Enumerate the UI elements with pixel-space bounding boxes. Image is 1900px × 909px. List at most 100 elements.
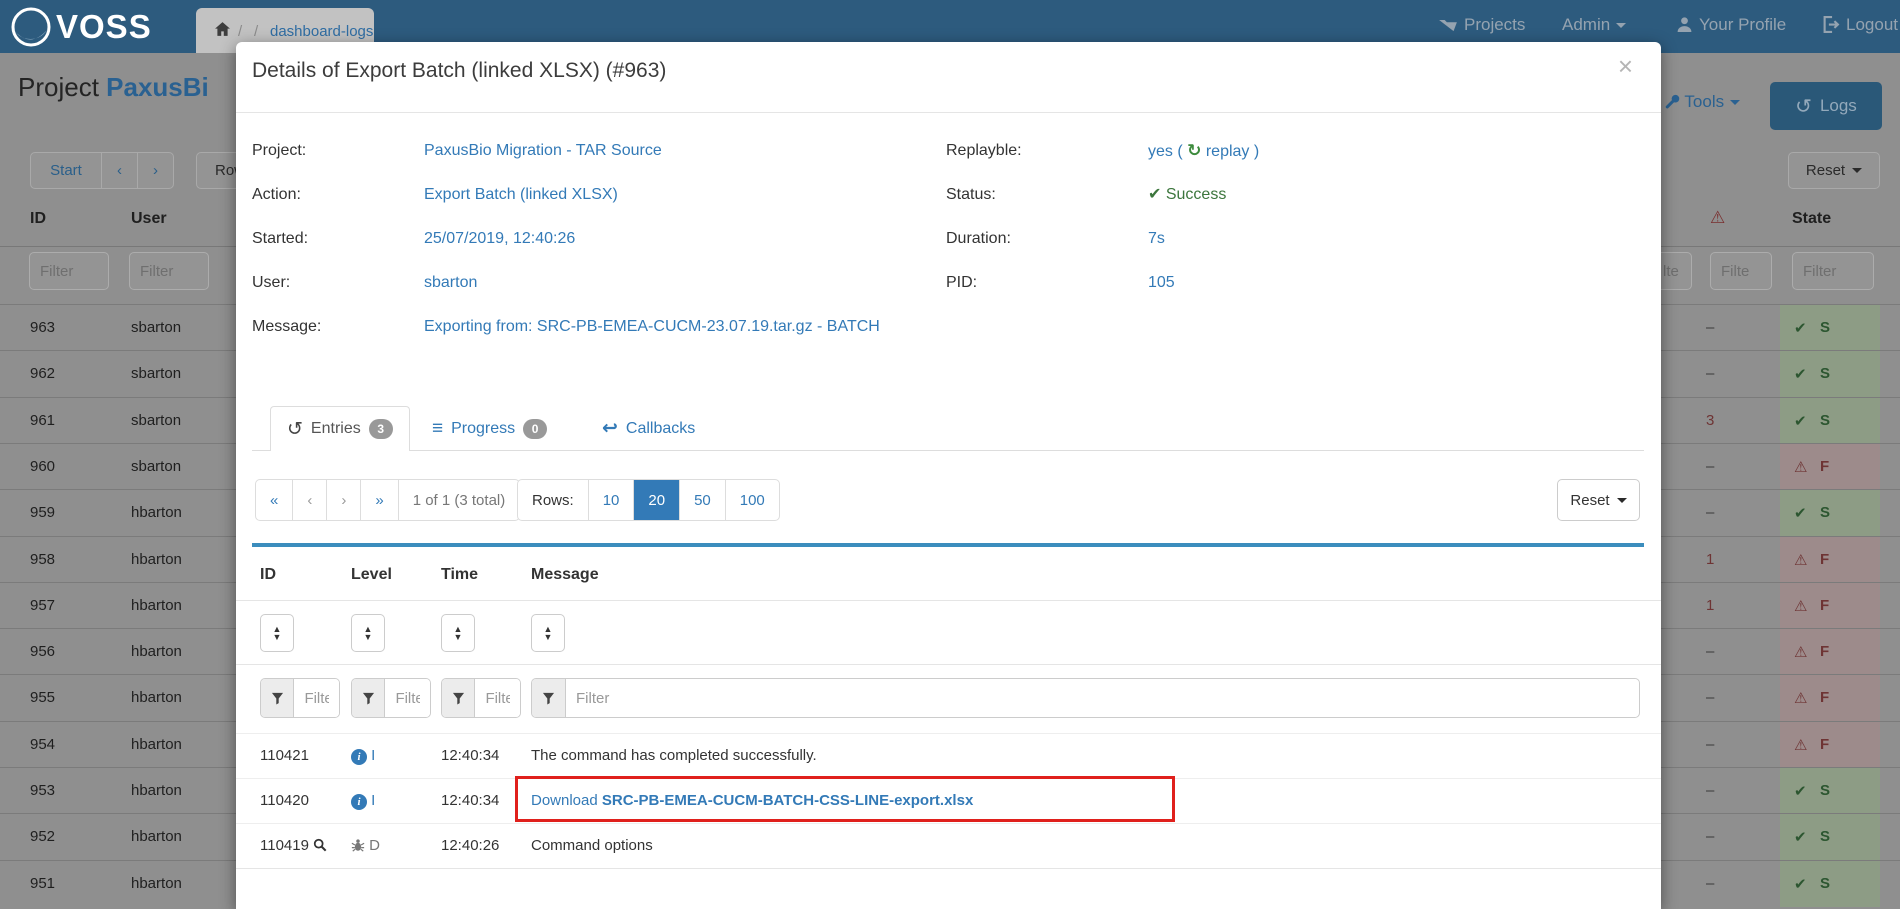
row-user-cell: hbarton [131, 551, 182, 568]
entry-id: 110421 [260, 747, 309, 764]
divider [236, 664, 1661, 665]
entry-time: 12:40:34 [441, 747, 499, 764]
state-letter: S [1820, 319, 1830, 336]
row-user-cell: hbarton [131, 689, 182, 706]
close-icon[interactable]: × [1612, 50, 1639, 83]
home-icon[interactable] [214, 21, 231, 43]
warning-icon: ⚠ [1794, 736, 1807, 754]
entries-reset-button[interactable]: Reset [1557, 479, 1640, 521]
voss-logo-icon [8, 4, 54, 55]
rows-20-button[interactable]: 20 [634, 480, 680, 520]
filter-id-input[interactable] [294, 679, 339, 717]
project-label: Project: [252, 141, 306, 161]
rows-10-button[interactable]: 10 [589, 480, 635, 520]
brand-text[interactable]: VOSS [56, 8, 152, 46]
history-icon: ↺ [287, 418, 303, 441]
pid-label: PID: [946, 273, 977, 293]
nav-projects[interactable]: Projects [1438, 15, 1525, 35]
entries-pagination: « ‹ › » 1 of 1 (3 total) [255, 479, 520, 521]
row-count-cell: – [1706, 365, 1714, 382]
bg-filter-warn[interactable]: Filte [1710, 252, 1772, 290]
replayable-value[interactable]: yes ( ↻ replay ) [1148, 141, 1259, 161]
bg-filter-user[interactable]: Filter [129, 252, 209, 290]
row-state-cell: ⚠F [1780, 722, 1880, 768]
next-page-button[interactable]: › [137, 152, 174, 189]
rows-100-button[interactable]: 100 [726, 480, 779, 520]
caret-down-icon [1616, 23, 1626, 28]
next-page-button[interactable]: › [327, 480, 361, 520]
sort-time[interactable]: ▲▼ [441, 614, 475, 652]
nav-your-profile[interactable]: Your Profile [1676, 15, 1786, 35]
filter-level-input[interactable] [385, 679, 430, 717]
sort-message[interactable]: ▲▼ [531, 614, 565, 652]
message-label: Message: [252, 317, 321, 337]
bg-filter-id[interactable]: Filter [29, 252, 109, 290]
search-icon[interactable] [313, 838, 327, 852]
row-id-cell: 959 [30, 504, 55, 521]
highlight-annotation-box [515, 776, 1175, 822]
row-id-cell: 963 [30, 319, 55, 336]
pid-value[interactable]: 105 [1148, 273, 1175, 293]
row-state-cell: ⚠F [1780, 629, 1880, 675]
row-user-cell: hbarton [131, 782, 182, 799]
start-button[interactable]: Start [30, 152, 102, 189]
check-icon: ✔ [1794, 365, 1807, 383]
row-count-cell: 3 [1706, 412, 1714, 429]
rows-50-button[interactable]: 50 [680, 480, 726, 520]
row-state-cell: ✔S [1780, 768, 1880, 814]
screen: Project PaxusBi Start ‹ › Rows Reset Too… [0, 0, 1900, 909]
replayable-label: Replayble: [946, 141, 1022, 161]
replay-link[interactable]: replay [1206, 143, 1250, 160]
message-link[interactable]: Exporting from: SRC-PB-EMEA-CUCM-23.07.1… [424, 317, 880, 337]
funnel-icon [352, 679, 385, 717]
bg-col-id: ID [30, 210, 46, 228]
caret-down-icon [1730, 100, 1740, 105]
col-time: Time [441, 566, 478, 584]
row-id-cell: 953 [30, 782, 55, 799]
tab-entries[interactable]: ↺ Entries 3 [270, 406, 410, 451]
action-link[interactable]: Export Batch (linked XLSX) [424, 185, 618, 205]
row-user-cell: hbarton [131, 504, 182, 521]
prev-page-button[interactable]: ‹ [293, 480, 327, 520]
tab-callbacks[interactable]: ↩ Callbacks [602, 406, 695, 451]
first-page-button[interactable]: « [256, 480, 293, 520]
row-state-cell: ✔S [1780, 490, 1880, 536]
entry-time: 12:40:34 [441, 792, 499, 809]
nav-admin[interactable]: Admin [1562, 15, 1626, 35]
rows-label: Rows: [518, 480, 589, 520]
row-count-cell: – [1706, 643, 1714, 660]
info-icon: i [351, 794, 367, 810]
started-value[interactable]: 25/07/2019, 12:40:26 [424, 229, 575, 249]
breadcrumb-current[interactable]: dashboard-logs [270, 23, 373, 40]
bg-col-state: State [1792, 210, 1831, 228]
entry-row: 110419 D 12:40:26 Command options [236, 823, 1661, 868]
row-state-cell: ✔S [1780, 305, 1880, 351]
bg-filter-state[interactable]: Filter [1792, 252, 1874, 290]
prev-page-button[interactable]: ‹ [101, 152, 138, 189]
background-reset-button[interactable]: Reset [1788, 152, 1880, 189]
user-value[interactable]: sbarton [424, 273, 477, 293]
tools-menu[interactable]: Tools [1663, 92, 1740, 112]
col-level: Level [351, 566, 392, 584]
sort-id[interactable]: ▲▼ [260, 614, 294, 652]
tab-progress[interactable]: ≡ Progress 0 [432, 406, 547, 451]
row-state-cell: ⚠F [1780, 537, 1880, 583]
row-id-cell: 958 [30, 551, 55, 568]
nav-logout[interactable]: Logout [1822, 15, 1898, 35]
entry-time: 12:40:26 [441, 837, 499, 854]
row-state-cell: ✔S [1780, 814, 1880, 860]
last-page-button[interactable]: » [361, 480, 398, 520]
sort-level[interactable]: ▲▼ [351, 614, 385, 652]
row-state-cell: ⚠F [1780, 675, 1880, 721]
rows-per-page: Rows: 10 20 50 100 [517, 479, 780, 521]
project-link[interactable]: PaxusBio Migration - TAR Source [424, 141, 662, 161]
check-icon: ✔ [1148, 186, 1161, 203]
filter-time-group [441, 678, 521, 718]
logs-button[interactable]: ↺Logs [1770, 82, 1882, 130]
filter-time-input[interactable] [475, 679, 520, 717]
entry-id: 110420 [260, 792, 309, 809]
filter-message-input[interactable] [566, 679, 1636, 717]
duration-value[interactable]: 7s [1148, 229, 1165, 249]
reply-arrow-icon: ↩ [602, 417, 618, 440]
row-count-cell: – [1706, 319, 1714, 336]
